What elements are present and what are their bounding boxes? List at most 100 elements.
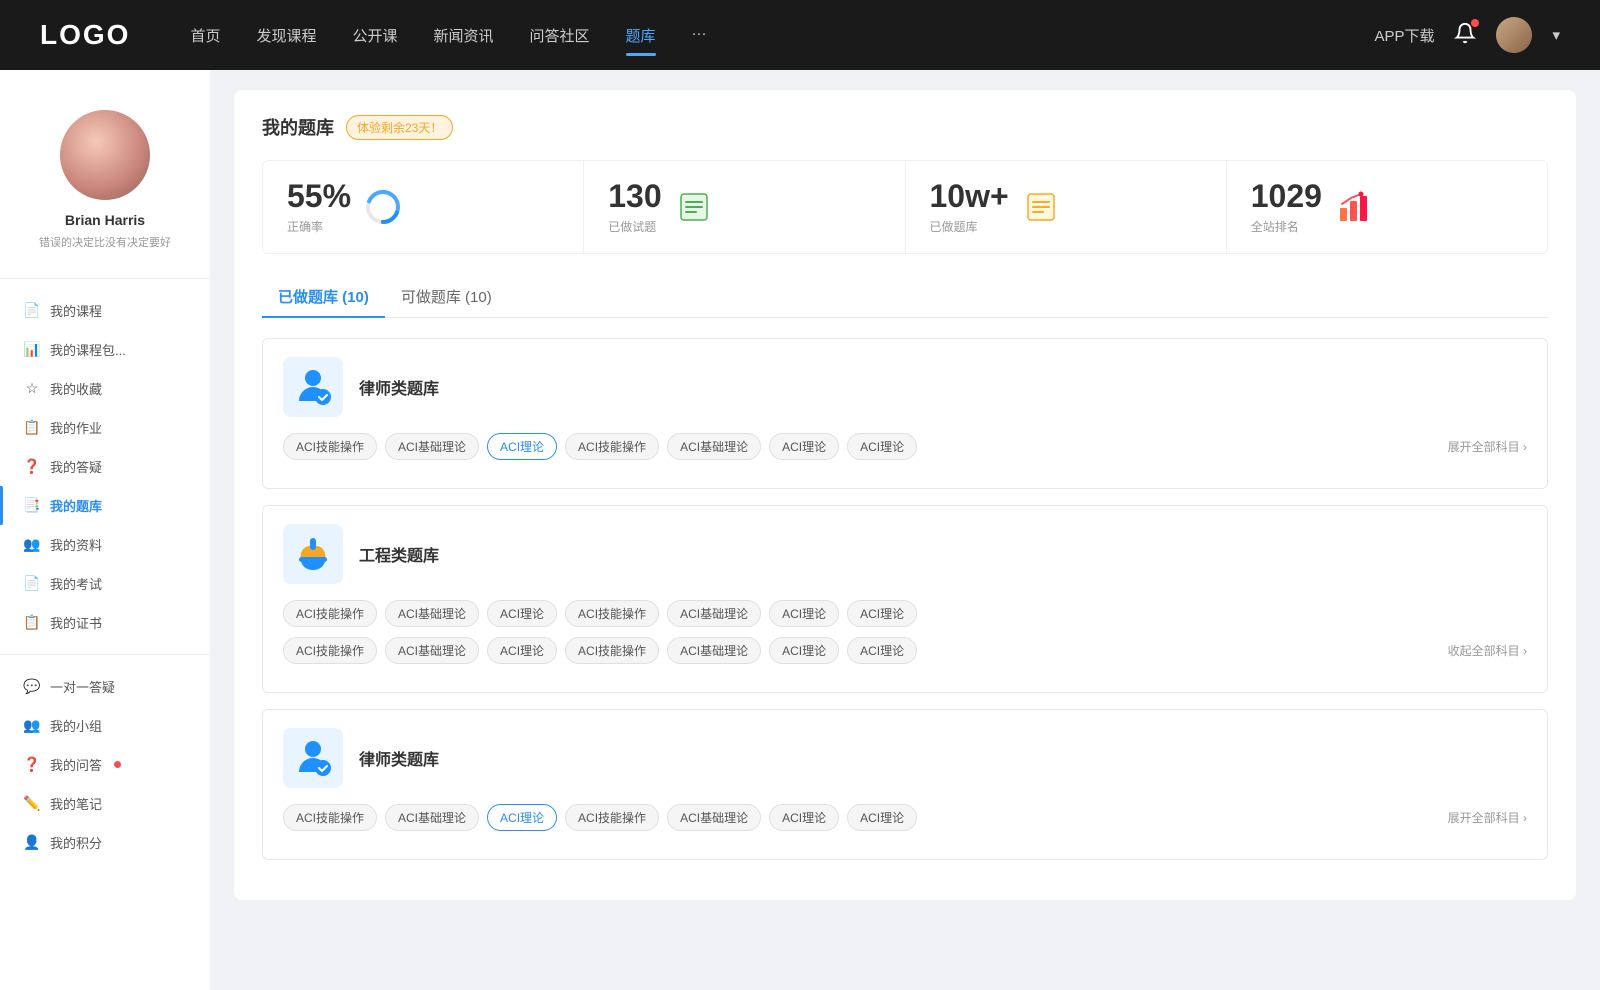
quizbank-section-2: 律师类题库 ACI技能操作 ACI基础理论 ACI理论 ACI技能操作 ACI基础理论 AC… — [262, 709, 1548, 860]
tag-0-3[interactable]: ACI技能操作 — [565, 433, 659, 460]
sidebar-icon-1: 📊 — [24, 342, 40, 358]
tag-0-6[interactable]: ACI理论 — [847, 433, 917, 460]
sidebar-item-9[interactable]: 💬一对一答疑 — [0, 667, 210, 706]
sidebar-item-1[interactable]: 📊 我的课程包... — [0, 330, 210, 369]
quizbank-tags-row2-1: ACI技能操作 ACI基础理论 ACI理论 ACI技能操作 ACI基础理论 ACI理论 AC… — [283, 637, 1527, 664]
sidebar-item-6[interactable]: 👥我的资料 — [0, 525, 210, 564]
quizbank-header-2: 律师类题库 — [283, 728, 1527, 788]
sidebar-label-10: 我的小组 — [50, 716, 102, 735]
main-content: 我的题库 体验剩余23天！ 55% 正确率 — [210, 70, 1600, 990]
sidebar-icon-9: 💬 — [24, 679, 40, 695]
user-avatar[interactable] — [1496, 17, 1532, 53]
sidebar-label-1: 我的课程包... — [50, 340, 126, 359]
badge-dot-11 — [114, 761, 121, 768]
sidebar-item-5[interactable]: 📑我的题库 — [0, 486, 210, 525]
tab-1[interactable]: 可做题库 (10) — [385, 278, 508, 317]
sidebar-item-10[interactable]: 👥 我的小组 — [0, 706, 210, 745]
tag-1-4[interactable]: ACI基础理论 — [667, 600, 761, 627]
tag2-1-6[interactable]: ACI理论 — [847, 637, 917, 664]
tag-2-1[interactable]: ACI基础理论 — [385, 804, 479, 831]
quizbank-section-1: 工程类题库ACI技能操作ACI基础理论ACI理论ACI技能操作ACI基础理论AC… — [262, 505, 1548, 693]
quizbank-icon-1 — [283, 524, 343, 584]
stat-ranking: 1029 全站排名 — [1227, 161, 1547, 253]
stat-ranking-label: 全站排名 — [1251, 218, 1322, 235]
sidebar-item-0[interactable]: 📄我的课程 — [0, 291, 210, 330]
quizbank-icon-2 — [283, 728, 343, 788]
stat-accuracy-label: 正确率 — [287, 218, 351, 235]
navbar: LOGO 首页 发现课程 公开课 新闻资讯 问答社区 题库 ··· APP下载 ▾ — [0, 0, 1600, 70]
nav-menu-item-问答社区[interactable]: 问答社区 — [530, 21, 590, 50]
trial-badge: 体验剩余23天！ — [346, 115, 453, 140]
sidebar-icon-5: 📑 — [24, 498, 40, 514]
tabs-row: 已做题库 (10)可做题库 (10) — [262, 278, 1548, 318]
quizbank-section-0: 律师类题库ACI技能操作ACI基础理论ACI理论ACI技能操作ACI基础理论AC… — [262, 338, 1548, 489]
tag-0-1[interactable]: ACI基础理论 — [385, 433, 479, 460]
nav-menu-item-题库[interactable]: 题库 — [626, 21, 656, 50]
tag-2-4[interactable]: ACI基础理论 — [667, 804, 761, 831]
nav-menu-item-公开课[interactable]: 公开课 — [352, 21, 397, 50]
tag-1-3[interactable]: ACI技能操作 — [565, 600, 659, 627]
sidebar-item-3[interactable]: 📋我的作业 — [0, 408, 210, 447]
quizbank-tags-row1-0: ACI技能操作 ACI基础理论 ACI理论 ACI技能操作 ACI基础理论 ACI理论 AC… — [283, 433, 1527, 460]
tag-0-5[interactable]: ACI理论 — [769, 433, 839, 460]
sidebar-icon-12: ✏️ — [24, 796, 40, 812]
quizbank-card: 我的题库 体验剩余23天！ 55% 正确率 — [234, 90, 1576, 900]
quizbank-tags-row1-1: ACI技能操作 ACI基础理论 ACI理论 ACI技能操作 ACI基础理论 ACI理论 AC… — [283, 600, 1527, 627]
tag2-1-3[interactable]: ACI技能操作 — [565, 637, 659, 664]
sidebar-motto: 错误的决定比没有决定要好 — [23, 234, 187, 250]
stat-accuracy-value: 55% — [287, 179, 351, 214]
tag-1-5[interactable]: ACI理论 — [769, 600, 839, 627]
expand-btn-2[interactable]: 展开全部科目 › — [1448, 809, 1527, 826]
tag2-1-0[interactable]: ACI技能操作 — [283, 637, 377, 664]
tag-2-6[interactable]: ACI理论 — [847, 804, 917, 831]
tag-2-3[interactable]: ACI技能操作 — [565, 804, 659, 831]
collapse-btn-1[interactable]: 收起全部科目 › — [1448, 642, 1527, 659]
sidebar-icon-13: 👤 — [24, 835, 40, 851]
logo[interactable]: LOGO — [40, 19, 130, 51]
tag-0-4[interactable]: ACI基础理论 — [667, 433, 761, 460]
nav-menu-item-发现课程[interactable]: 发现课程 — [256, 21, 316, 50]
notification-bell[interactable] — [1454, 22, 1476, 48]
nav-menu-item-新闻资讯[interactable]: 新闻资讯 — [434, 21, 494, 50]
app-download-link[interactable]: APP下载 — [1374, 25, 1434, 46]
tag-2-0[interactable]: ACI技能操作 — [283, 804, 377, 831]
sidebar-avatar — [60, 110, 150, 200]
sidebar: Brian Harris 错误的决定比没有决定要好 📄我的课程📊我的课程包...… — [0, 70, 210, 990]
sidebar-item-2[interactable]: ☆我的收藏 — [0, 369, 210, 408]
sidebar-item-13[interactable]: 👤我的积分 — [0, 823, 210, 862]
expand-btn-0[interactable]: 展开全部科目 › — [1448, 438, 1527, 455]
tag-0-2[interactable]: ACI理论 — [487, 433, 557, 460]
sidebar-item-4[interactable]: ❓我的答疑 — [0, 447, 210, 486]
sidebar-item-12[interactable]: ✏️我的笔记 — [0, 784, 210, 823]
tag-0-0[interactable]: ACI技能操作 — [283, 433, 377, 460]
sidebar-icon-10: 👥 — [24, 718, 40, 734]
tag2-1-1[interactable]: ACI基础理论 — [385, 637, 479, 664]
nav-menu-item-···[interactable]: ··· — [692, 21, 707, 50]
tag-2-5[interactable]: ACI理论 — [769, 804, 839, 831]
nav-menu-item-首页[interactable]: 首页 — [190, 21, 220, 50]
sidebar-item-11[interactable]: ❓我的问答 — [0, 745, 210, 784]
tag-1-2[interactable]: ACI理论 — [487, 600, 557, 627]
stat-accuracy: 55% 正确率 — [263, 161, 584, 253]
user-dropdown-arrow[interactable]: ▾ — [1552, 26, 1560, 44]
sidebar-divider-top — [0, 278, 210, 279]
nav-menu: 首页 发现课程 公开课 新闻资讯 问答社区 题库 ··· — [190, 21, 1374, 50]
quizbank-title-1: 工程类题库 — [359, 542, 439, 566]
sidebar-icon-6: 👥 — [24, 537, 40, 553]
page-title: 我的题库 — [262, 114, 334, 140]
tag2-1-4[interactable]: ACI基础理论 — [667, 637, 761, 664]
tag-1-1[interactable]: ACI基础理论 — [385, 600, 479, 627]
sidebar-icon-7: 📄 — [24, 576, 40, 592]
tag-2-2[interactable]: ACI理论 — [487, 804, 557, 831]
tag2-1-2[interactable]: ACI理论 — [487, 637, 557, 664]
sidebar-label-11: 我的问答 — [50, 755, 102, 774]
sidebar-item-8[interactable]: 📋我的证书 — [0, 603, 210, 642]
sidebar-menu: 📄我的课程📊我的课程包...☆我的收藏📋我的作业❓我的答疑📑我的题库👥我的资料📄… — [0, 291, 210, 862]
stat-done-questions-label: 已做试题 — [608, 218, 661, 235]
tag-1-0[interactable]: ACI技能操作 — [283, 600, 377, 627]
tag-1-6[interactable]: ACI理论 — [847, 600, 917, 627]
tab-0[interactable]: 已做题库 (10) — [262, 278, 385, 317]
sidebar-divider-mid — [0, 654, 210, 655]
tag2-1-5[interactable]: ACI理论 — [769, 637, 839, 664]
sidebar-item-7[interactable]: 📄我的考试 — [0, 564, 210, 603]
